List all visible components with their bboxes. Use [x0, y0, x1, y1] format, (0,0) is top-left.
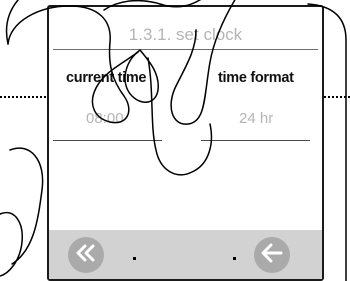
time-format-underline [201, 140, 310, 141]
arrow-left-icon [260, 242, 284, 269]
screen-title: 1.3.1. set clock [128, 25, 243, 44]
title-divider [53, 49, 318, 50]
page-dot [233, 257, 236, 260]
current-time-value[interactable]: 08:00 [86, 110, 124, 127]
back-button[interactable] [68, 237, 104, 273]
left-connector-line [0, 96, 50, 98]
double-chevron-left-icon [75, 242, 97, 269]
return-button[interactable] [254, 237, 290, 273]
current-time-label: current time [66, 70, 147, 86]
time-format-label: time format [218, 70, 294, 86]
time-format-value[interactable]: 24 hr [239, 110, 273, 127]
current-time-underline [53, 140, 162, 141]
page-dot [133, 257, 136, 260]
footer-bar [49, 230, 322, 279]
device-screen: 1.3.1. set clock current time 08:00 time… [47, 5, 324, 281]
